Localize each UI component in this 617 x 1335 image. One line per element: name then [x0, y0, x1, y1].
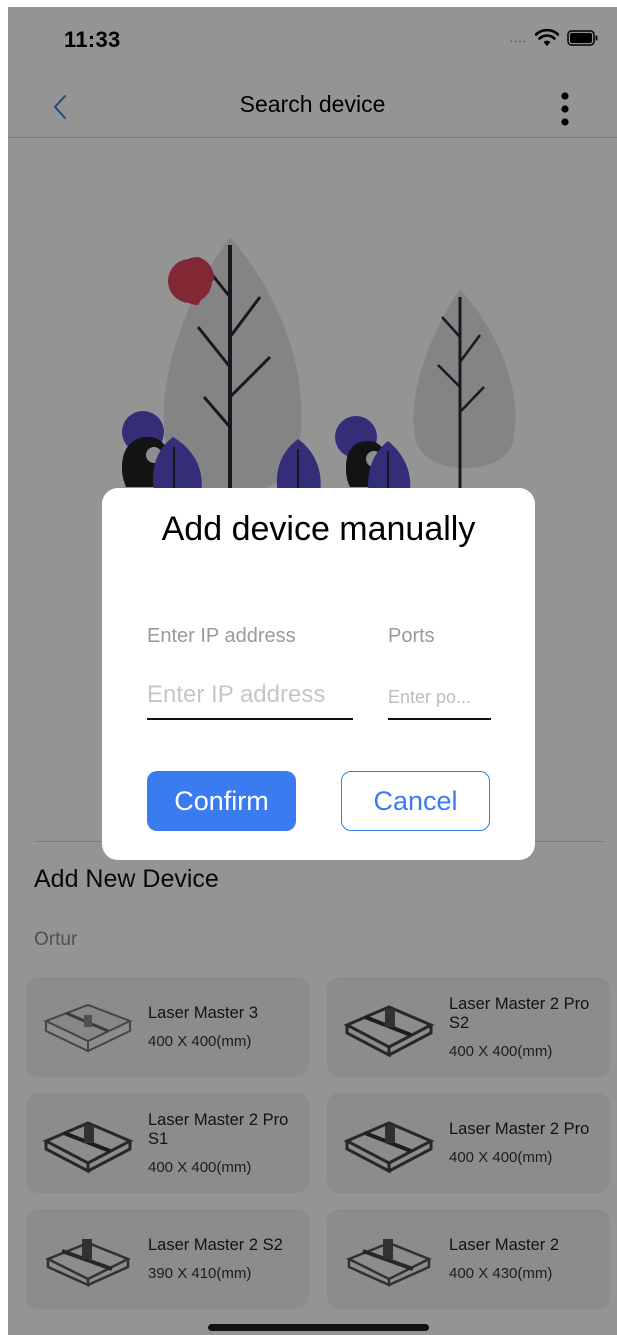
ip-address-label: Enter IP address	[147, 625, 296, 647]
app-screen: 11:33 .... Search device Add New Device …	[8, 7, 617, 1335]
port-input[interactable]	[388, 676, 491, 720]
ip-address-input[interactable]	[147, 672, 353, 720]
home-indicator[interactable]	[208, 1324, 429, 1331]
cancel-button[interactable]: Cancel	[341, 771, 490, 831]
add-device-dialog: Add device manually Enter IP address Por…	[102, 488, 535, 860]
ports-label: Ports	[388, 625, 435, 647]
confirm-button[interactable]: Confirm	[147, 771, 296, 831]
dialog-title: Add device manually	[161, 510, 476, 548]
